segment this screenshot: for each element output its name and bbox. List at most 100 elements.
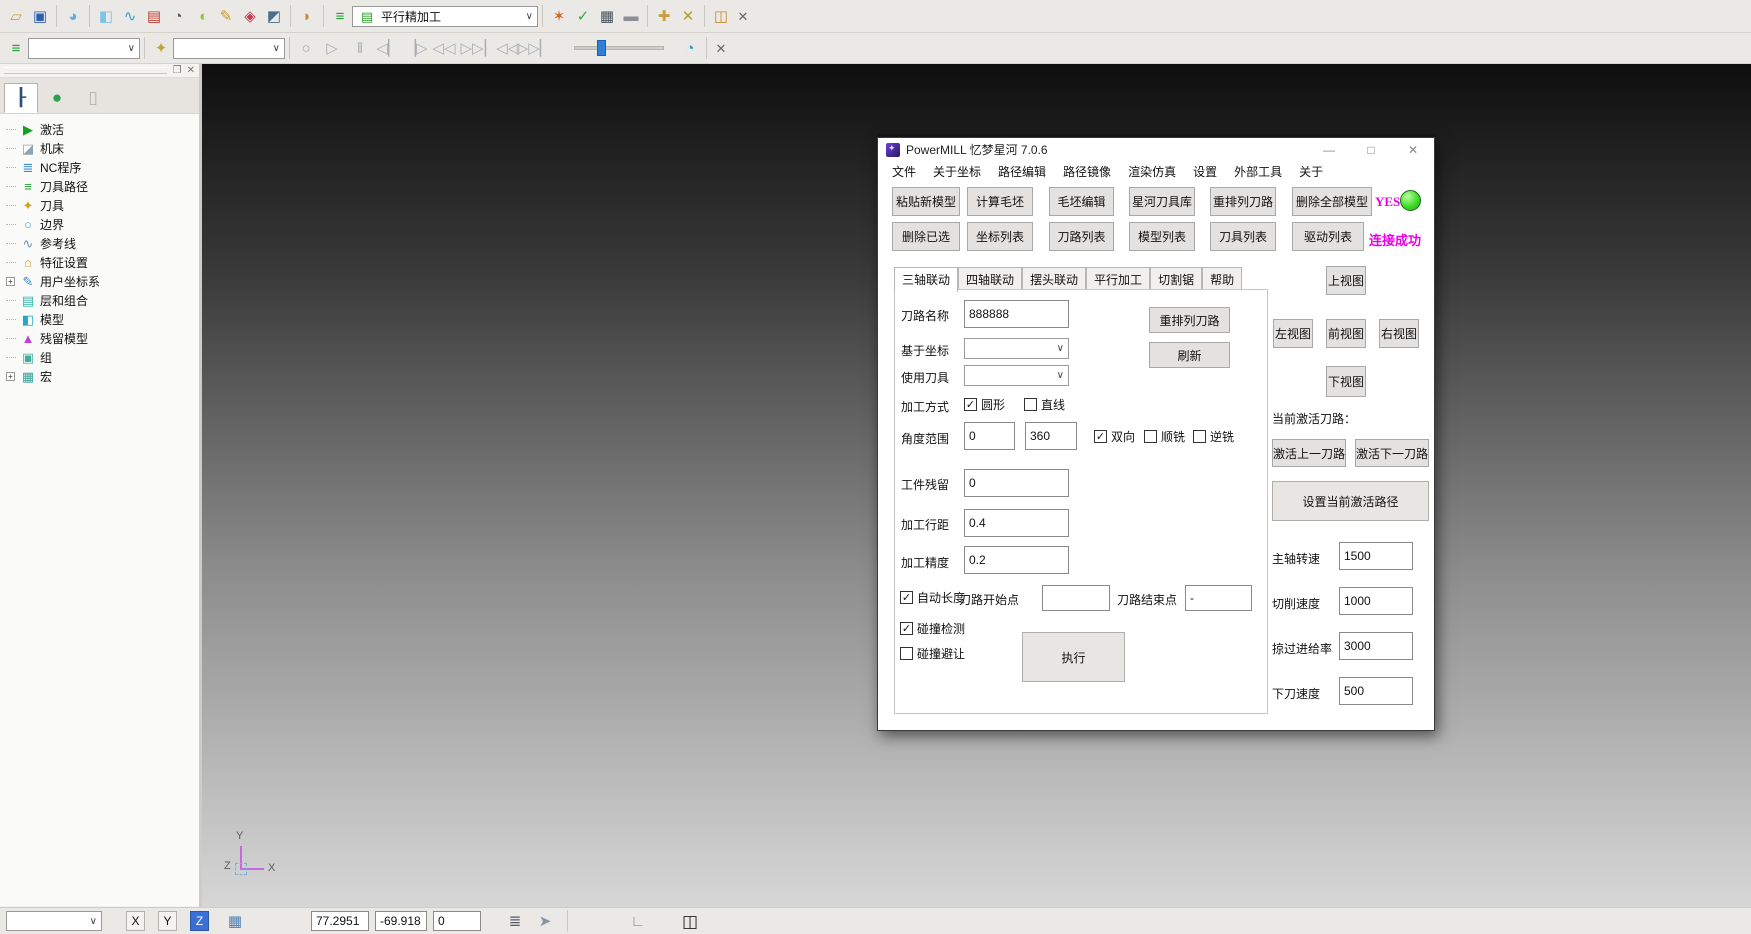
shaded-model-icon[interactable]: ◕ <box>61 4 85 28</box>
execute-button[interactable]: 执行 <box>1022 632 1125 682</box>
checkbox-icon[interactable] <box>1024 398 1037 411</box>
sim-tool-combo[interactable]: ∨ <box>173 38 285 59</box>
grid-icon[interactable]: ▦ <box>223 909 247 933</box>
checkbox-icon[interactable] <box>1193 430 1206 443</box>
toolpaths-icon[interactable]: ≡ <box>4 36 28 60</box>
toolbar-close-icon[interactable]: ✕ <box>711 38 731 58</box>
plunge-feed-input[interactable] <box>1339 677 1413 705</box>
block-icon[interactable]: ◧ <box>94 4 118 28</box>
tab-parallel[interactable]: 平行加工 <box>1086 267 1150 290</box>
tree-item[interactable]: ✦刀具 <box>6 196 199 215</box>
tree-item[interactable]: ◧模型 <box>6 310 199 329</box>
stepover-input[interactable] <box>964 509 1069 537</box>
sim-toolpath-combo[interactable]: ∨ <box>28 38 140 59</box>
menu-external-tools[interactable]: 外部工具 <box>1234 163 1282 180</box>
menu-path-edit[interactable]: 路径编辑 <box>998 163 1046 180</box>
collision-avoid-checkbox[interactable]: 碰撞避让 <box>900 645 965 662</box>
auto-length-checkbox[interactable]: 自动长度 <box>900 589 965 606</box>
split-view-icon[interactable]: ◫ <box>678 909 702 933</box>
calc-stock-button[interactable]: 计算毛坯 <box>967 187 1033 216</box>
close-panel-icon[interactable]: ✕ <box>187 65 195 76</box>
toolpaths-icon[interactable]: ≡ <box>328 4 352 28</box>
tab-help[interactable]: 帮助 <box>1202 267 1242 290</box>
tree-item[interactable]: ⌂特征设置 <box>6 253 199 272</box>
fast-forward-icon[interactable]: ▷▷ <box>458 36 486 60</box>
toolbar-close-icon[interactable]: ✕ <box>733 6 753 26</box>
method-line-checkbox[interactable]: 直线 <box>1024 396 1065 413</box>
tree-item[interactable]: ▲残留模型 <box>6 329 199 348</box>
list-icon[interactable]: ≣ <box>503 909 527 933</box>
tolerance-input[interactable] <box>964 546 1069 574</box>
tree-item[interactable]: ∿参考线 <box>6 234 199 253</box>
view-right-button[interactable]: 右视图 <box>1379 319 1419 348</box>
dock-grip[interactable] <box>4 67 167 74</box>
angle-to-input[interactable] <box>1025 422 1077 450</box>
model-list-button[interactable]: 模型列表 <box>1129 222 1195 251</box>
close-button[interactable]: ✕ <box>1392 138 1434 161</box>
tree-item[interactable]: ≣NC程序 <box>6 158 199 177</box>
coord-list-button[interactable]: 坐标列表 <box>967 222 1033 251</box>
toolpath-list-button[interactable]: 刀路列表 <box>1049 222 1114 251</box>
open-project-icon[interactable]: ▱ <box>4 4 28 28</box>
checkbox-icon[interactable] <box>900 622 913 635</box>
axes-icon[interactable]: ∟ <box>626 909 650 933</box>
menu-about-coords[interactable]: 关于坐标 <box>933 163 981 180</box>
feature-levels-icon[interactable]: ▤ <box>142 4 166 28</box>
points-icon[interactable]: ◈ <box>238 4 262 28</box>
coord-y-input[interactable] <box>375 911 427 931</box>
tree-item[interactable]: ≡刀具路径 <box>6 177 199 196</box>
pattern-pencil-icon[interactable]: ✎ <box>214 4 238 28</box>
view-front-button[interactable]: 前视图 <box>1326 319 1366 348</box>
boundary-tool-icon[interactable]: ◖ <box>190 4 214 28</box>
method-circle-checkbox[interactable]: 圆形 <box>964 396 1005 413</box>
checkbox-icon[interactable] <box>964 398 977 411</box>
drive-list-button[interactable]: 驱动列表 <box>1292 222 1364 251</box>
tree-item[interactable]: ▤层和组合 <box>6 291 199 310</box>
view-bottom-button[interactable]: 下视图 <box>1326 366 1366 397</box>
axis-y-button[interactable]: Y <box>158 911 177 931</box>
toolpath-check-icon[interactable]: ✓ <box>571 4 595 28</box>
chevron-down-icon[interactable]: ∨ <box>90 916 97 927</box>
start-point-input[interactable] <box>1042 585 1110 611</box>
tree-item[interactable]: +▦宏 <box>6 367 199 386</box>
play-icon[interactable]: ▷ <box>318 36 346 60</box>
tree-item[interactable]: ▶激活 <box>6 120 199 139</box>
ball-tool-icon[interactable]: ◔ <box>166 4 190 28</box>
step-back-icon[interactable]: ◁▏ <box>374 36 402 60</box>
axis-z-button[interactable]: Z <box>190 911 209 931</box>
coord-combo[interactable]: ∨ <box>964 338 1069 359</box>
chevron-down-icon[interactable]: ∨ <box>526 11 533 22</box>
tab-3axis[interactable]: 三轴联动 <box>894 267 958 292</box>
climb-checkbox[interactable]: 顺铣 <box>1144 428 1185 445</box>
stock-remain-input[interactable] <box>964 469 1069 497</box>
checkbox-icon[interactable] <box>900 647 913 660</box>
pause-icon[interactable]: ‖ <box>346 36 374 60</box>
sim-speed-slider[interactable] <box>574 46 664 50</box>
toolpath-star-icon[interactable]: ✶ <box>547 4 571 28</box>
float-panel-icon[interactable]: ❐ <box>173 65 182 76</box>
expand-icon[interactable]: + <box>6 277 15 286</box>
ruler-icon[interactable]: ▬ <box>619 4 643 28</box>
menu-about[interactable]: 关于 <box>1299 163 1323 180</box>
tool-combo[interactable]: ∨ <box>964 365 1069 386</box>
rearrange-toolpath-button[interactable]: 重排列刀路 <box>1210 187 1276 216</box>
refresh-button[interactable]: 刷新 <box>1149 342 1230 368</box>
pointer-icon[interactable]: ➤ <box>533 909 557 933</box>
go-start-icon[interactable]: ▏◁◁ <box>486 36 518 60</box>
view-top-button[interactable]: 上视图 <box>1326 266 1366 295</box>
toolpath-name-input[interactable] <box>964 300 1069 328</box>
checkbox-icon[interactable] <box>1094 430 1107 443</box>
menu-file[interactable]: 文件 <box>892 163 916 180</box>
tool-pair-icon[interactable]: ✚ <box>652 4 676 28</box>
tab-explorer-recycle[interactable]: ▯ <box>76 83 110 113</box>
axis-x-button[interactable]: X <box>126 911 145 931</box>
calculator-icon[interactable]: ▦ <box>595 4 619 28</box>
go-end-icon[interactable]: ▷▷▏ <box>518 36 550 60</box>
maximize-button[interactable]: □ <box>1350 138 1392 161</box>
tab-explorer-tree[interactable]: ┠ <box>4 83 38 113</box>
spindle-speed-input[interactable] <box>1339 542 1413 570</box>
cutting-feed-input[interactable] <box>1339 587 1413 615</box>
menu-path-mirror[interactable]: 路径镜像 <box>1063 163 1111 180</box>
tool-holder-icon[interactable]: ◗ <box>295 4 319 28</box>
tools-icon[interactable]: ✦ <box>149 36 173 60</box>
